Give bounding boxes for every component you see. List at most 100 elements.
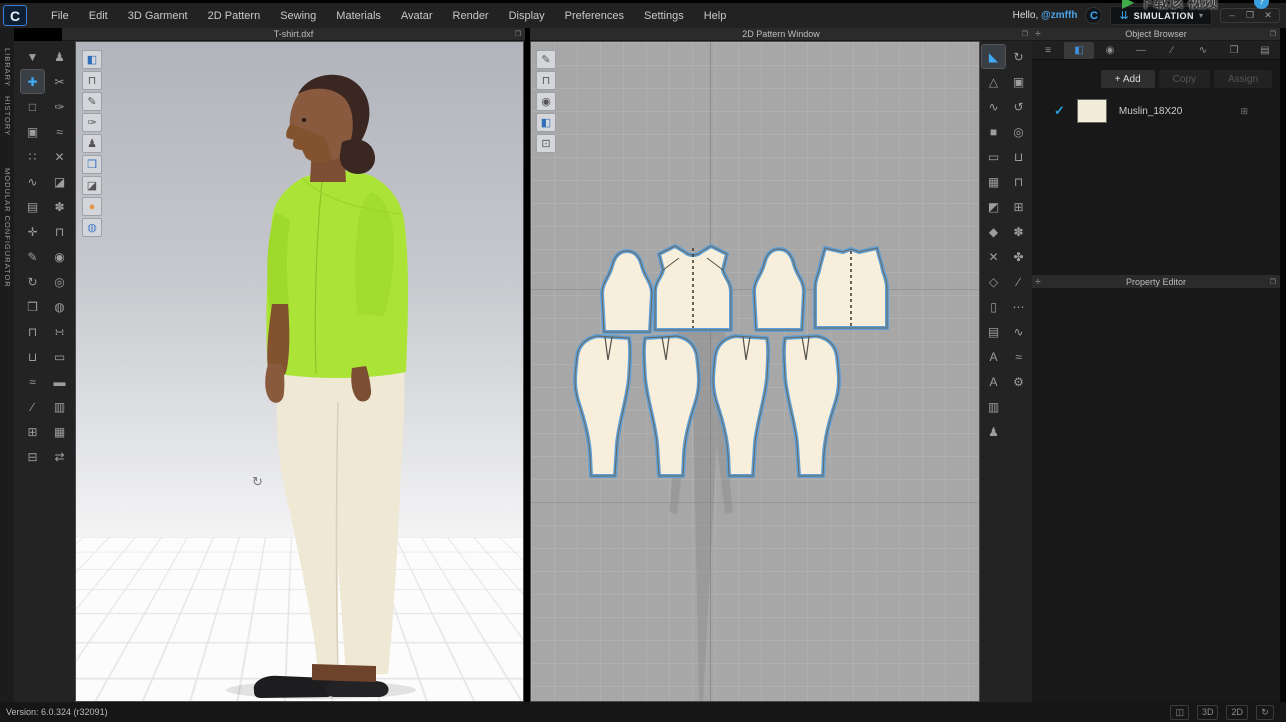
segment-sewing-icon[interactable]: ∷ bbox=[21, 145, 44, 168]
shirt-layer-icon[interactable]: ⊓ bbox=[48, 220, 71, 243]
edit-curvature-icon[interactable]: ∿ bbox=[982, 95, 1005, 118]
show-avatar-icon[interactable]: ♟ bbox=[82, 134, 102, 153]
reverse-stitch-icon[interactable]: ↺ bbox=[1007, 95, 1030, 118]
machine-stitch-icon[interactable]: ▣ bbox=[1007, 70, 1030, 93]
press-tool-icon[interactable]: ⊔ bbox=[1007, 145, 1030, 168]
fabric-bolt-icon[interactable]: ▦ bbox=[48, 420, 71, 443]
menu-item[interactable]: Edit bbox=[79, 6, 118, 26]
pleat-tool-icon[interactable]: ▥ bbox=[982, 395, 1005, 418]
buttonhole-icon[interactable]: ◎ bbox=[48, 270, 71, 293]
sewing-machine-icon[interactable]: ▣ bbox=[21, 120, 44, 143]
tab-scene-list-icon[interactable]: ≡ bbox=[1033, 42, 1063, 59]
drape-fabric-icon[interactable]: ◪ bbox=[48, 170, 71, 193]
popout-icon[interactable]: ❐ bbox=[1022, 30, 1028, 38]
flower-trim-icon[interactable]: ✽ bbox=[48, 195, 71, 218]
grading-text-icon[interactable]: A bbox=[982, 370, 1005, 393]
trim-cluster-icon[interactable]: ✤ bbox=[1007, 245, 1030, 268]
simulation-dropdown-icon[interactable]: ▾ bbox=[1199, 11, 1203, 20]
zigzag-stitch-icon[interactable]: ∿ bbox=[1007, 320, 1030, 343]
tab-topstitch-icon[interactable]: — bbox=[1126, 42, 1156, 59]
menu-item[interactable]: 3D Garment bbox=[118, 6, 198, 26]
assign-button[interactable]: Assign bbox=[1214, 70, 1272, 88]
text-tool-icon[interactable]: A bbox=[982, 345, 1005, 368]
avatar-3d[interactable] bbox=[76, 42, 524, 702]
trace-tool-icon[interactable]: ◇ bbox=[982, 270, 1005, 293]
popout-icon[interactable]: ❐ bbox=[1270, 278, 1276, 286]
viewport-3d[interactable]: ◧⊓✎✑♟❒◪●◍ ↻ bbox=[75, 41, 524, 702]
button-icon[interactable]: ◉ bbox=[48, 245, 71, 268]
basting-line-icon[interactable]: ⋯ bbox=[1007, 295, 1030, 318]
fabric-roll-large-icon[interactable]: ▬ bbox=[48, 370, 71, 393]
flatten-x-icon[interactable]: ✕ bbox=[48, 145, 71, 168]
copy-button[interactable]: Copy bbox=[1159, 70, 1210, 88]
drape-dark-icon[interactable]: ◪ bbox=[82, 176, 102, 195]
slash-line-icon[interactable]: ∕ bbox=[1007, 270, 1030, 293]
unfold-garment-icon[interactable]: ↻ bbox=[1007, 45, 1030, 68]
fabric-book-icon[interactable]: ❒ bbox=[82, 155, 102, 174]
garment-edit-icon[interactable]: ✎ bbox=[82, 92, 102, 111]
mode-2d-button[interactable]: 2D bbox=[1226, 705, 1248, 720]
arrange-rotate-icon[interactable]: ↻ bbox=[21, 270, 44, 293]
edit-pattern-icon[interactable]: △ bbox=[982, 70, 1005, 93]
menu-item[interactable]: Sewing bbox=[270, 6, 326, 26]
shirt-tool-icon[interactable]: ⊓ bbox=[1007, 170, 1030, 193]
simulate-icon[interactable]: ▼ bbox=[21, 45, 44, 68]
menu-item[interactable]: File bbox=[41, 6, 79, 26]
dock-icon[interactable]: ✛ bbox=[1035, 278, 1041, 286]
avatar-skin-icon[interactable]: ● bbox=[82, 197, 102, 216]
scissors-icon[interactable]: ✂ bbox=[48, 70, 71, 93]
texture-paint-icon[interactable]: ✑ bbox=[82, 113, 102, 132]
pen-2d-icon[interactable]: ✎ bbox=[536, 50, 556, 69]
garment-single-icon[interactable]: ⊟ bbox=[21, 445, 44, 468]
tab-history[interactable]: HISTORY bbox=[3, 96, 12, 136]
internal-shape-icon[interactable]: ◩ bbox=[982, 195, 1005, 218]
zipper-icon[interactable]: ∺ bbox=[48, 320, 71, 343]
fabric-name[interactable]: Muslin_18X20 bbox=[1119, 106, 1241, 117]
dock-icon[interactable]: ✛ bbox=[1035, 30, 1041, 38]
pattern-pieces[interactable] bbox=[531, 42, 980, 702]
fabric-swatch[interactable] bbox=[1077, 99, 1107, 123]
garment-2d-icon[interactable]: ⊓ bbox=[536, 71, 556, 90]
show-garment-icon[interactable]: ⊓ bbox=[82, 71, 102, 90]
tab-label-icon[interactable]: ▤ bbox=[1250, 42, 1280, 59]
notch-tool-icon[interactable]: ✕ bbox=[982, 245, 1005, 268]
split-view-button[interactable]: ◫ bbox=[1170, 705, 1189, 720]
tab-fabric-icon[interactable]: ◧ bbox=[1064, 42, 1094, 59]
dart-tool-icon[interactable]: ◆ bbox=[982, 220, 1005, 243]
menu-item[interactable]: Display bbox=[499, 6, 555, 26]
select-move-icon[interactable]: ✚ bbox=[21, 70, 44, 93]
show-2d-pattern-icon[interactable]: ◧ bbox=[536, 113, 556, 132]
menu-item[interactable]: Materials bbox=[326, 6, 391, 26]
fabric-roll-pair-icon[interactable]: ▥ bbox=[48, 395, 71, 418]
fabric-list-item[interactable]: ✓ Muslin_18X20 ⊞ bbox=[1032, 96, 1280, 126]
fitting-width-icon[interactable]: ⇄ bbox=[48, 445, 71, 468]
walk-pattern-icon[interactable]: ♟ bbox=[982, 420, 1005, 443]
polygon-tool-icon[interactable]: ▭ bbox=[982, 145, 1005, 168]
menu-item[interactable]: 2D Pattern bbox=[198, 6, 271, 26]
menu-item[interactable]: Render bbox=[443, 6, 499, 26]
brush-icon[interactable]: ✎ bbox=[21, 245, 44, 268]
tab-modular-configurator[interactable]: MODULAR CONFIGURATOR bbox=[3, 168, 12, 288]
arrange-board-icon[interactable]: ❒ bbox=[21, 295, 44, 318]
menu-item[interactable]: Avatar bbox=[391, 6, 443, 26]
gear-fabric-icon[interactable]: ⚙ bbox=[1007, 370, 1030, 393]
app-logo[interactable]: C bbox=[3, 5, 27, 26]
mode-3d-button[interactable]: 3D bbox=[1197, 705, 1219, 720]
topstitch-icon[interactable]: ≈ bbox=[1007, 345, 1030, 368]
check-icon[interactable]: ✓ bbox=[1054, 103, 1065, 119]
tab-trim-stack-icon[interactable]: ❒ bbox=[1219, 42, 1249, 59]
garment-front-icon[interactable]: ⊔ bbox=[21, 345, 44, 368]
popout-icon[interactable]: ❐ bbox=[515, 30, 521, 38]
lock-garment-icon[interactable]: ⊡ bbox=[536, 134, 556, 153]
fabric-roll-small-icon[interactable]: ▭ bbox=[48, 345, 71, 368]
fabric-settings-icon[interactable]: ⊞ bbox=[1240, 106, 1248, 117]
detail-sewing-icon[interactable]: ▤ bbox=[21, 195, 44, 218]
tab-stitch-icon[interactable]: ∕ bbox=[1157, 42, 1187, 59]
tab-puckering-icon[interactable]: ∿ bbox=[1188, 42, 1218, 59]
avatar-walk-icon[interactable]: ♟ bbox=[48, 45, 71, 68]
fold-zigzag-icon[interactable]: ≈ bbox=[48, 120, 71, 143]
info-2d-icon[interactable]: ◉ bbox=[536, 92, 556, 111]
username-link[interactable]: @zmffh bbox=[1041, 10, 1077, 21]
bind-cylinder-icon[interactable]: ▯ bbox=[982, 295, 1005, 318]
tab-button-icon[interactable]: ◉ bbox=[1095, 42, 1125, 59]
